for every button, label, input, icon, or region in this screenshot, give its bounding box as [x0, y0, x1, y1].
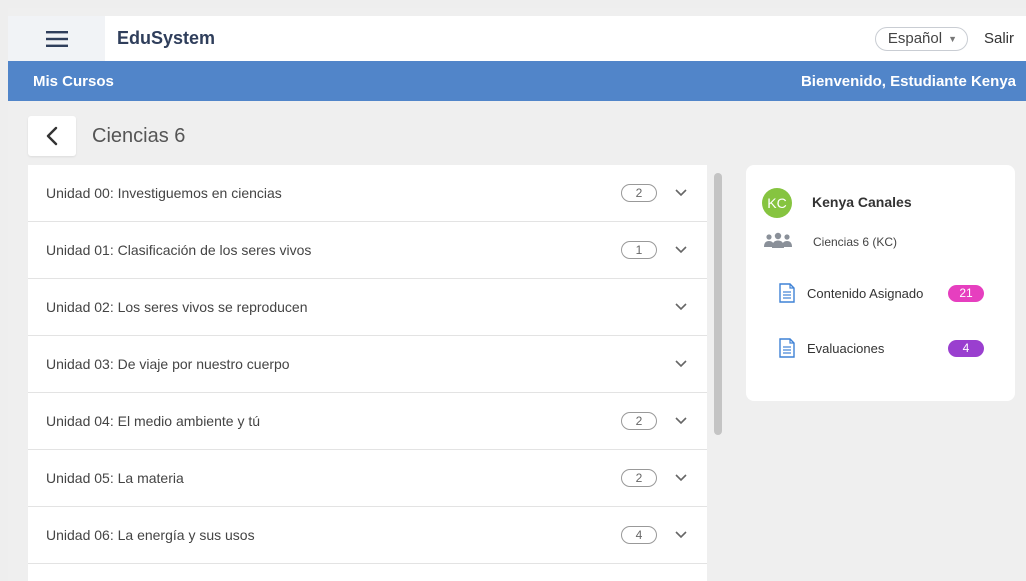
assigned-content-label: Contenido Asignado	[807, 285, 924, 301]
avatar: KC	[762, 188, 792, 218]
chevron-left-icon	[46, 126, 58, 146]
evaluations-row[interactable]: Evaluaciones 4	[779, 338, 984, 358]
menu-button[interactable]	[8, 16, 105, 61]
unit-label: Unidad 04: El medio ambiente y tú	[46, 413, 261, 429]
unit-count-badge: 2	[621, 412, 657, 430]
unit-count-badge: 2	[621, 469, 657, 487]
course-header: Ciencias 6	[28, 116, 185, 156]
language-value: Español	[887, 30, 943, 47]
document-icon	[779, 283, 795, 303]
unit-row-04[interactable]: Unidad 04: El medio ambiente y tú 2	[28, 393, 707, 450]
unit-count-badge: 1	[621, 241, 657, 259]
evaluations-badge: 4	[948, 339, 984, 357]
unit-row-02[interactable]: Unidad 02: Los seres vivos se reproducen	[28, 279, 707, 336]
group-icon	[764, 232, 792, 248]
section-title[interactable]: Mis Cursos	[33, 73, 114, 90]
unit-list: Unidad 00: Investiguemos en ciencias 2 U…	[28, 165, 707, 581]
unit-label: Unidad 03: De viaje por nuestro cuerpo	[46, 356, 290, 372]
assigned-content-badge: 21	[948, 284, 984, 302]
document-icon	[779, 338, 795, 358]
unit-label: Unidad 06: La energía y sus usos	[46, 527, 255, 543]
evaluations-label: Evaluaciones	[807, 340, 885, 356]
unit-list-scrollbar[interactable]	[714, 165, 722, 581]
chevron-down-icon	[675, 474, 687, 482]
chevron-down-icon	[675, 246, 687, 254]
hamburger-icon	[45, 30, 68, 47]
unit-row-05[interactable]: Unidad 05: La materia 2	[28, 450, 707, 507]
chevron-down-icon	[675, 360, 687, 368]
chevron-down-icon	[675, 303, 687, 311]
app-brand: EduSystem	[117, 28, 216, 48]
top-bar: EduSystem Español ▼ Salir	[8, 16, 1026, 61]
top-right-controls: Español ▼ Salir	[874, 26, 1026, 51]
language-select[interactable]: Español ▼	[874, 26, 968, 51]
app-window: EduSystem Español ▼ Salir Mis Cursos Bie…	[8, 8, 1026, 581]
unit-row-01[interactable]: Unidad 01: Clasificación de los seres vi…	[28, 222, 707, 279]
unit-label: Unidad 00: Investiguemos en ciencias	[46, 185, 282, 201]
group-label: Ciencias 6 (KC)	[813, 235, 898, 249]
unit-row-00[interactable]: Unidad 00: Investiguemos en ciencias 2	[28, 165, 707, 222]
unit-row-06[interactable]: Unidad 06: La energía y sus usos 4	[28, 507, 707, 564]
caret-down-icon: ▼	[948, 33, 957, 44]
unit-count-badge: 2	[621, 184, 657, 202]
unit-row-03[interactable]: Unidad 03: De viaje por nuestro cuerpo	[28, 336, 707, 393]
unit-label: Unidad 05: La materia	[46, 470, 184, 486]
unit-label: Unidad 02: Los seres vivos se reproducen	[46, 299, 308, 315]
student-card: KC Kenya Canales Ciencias 6 (KC) Conteni…	[746, 165, 1015, 401]
welcome-text: Bienvenido, Estudiante Kenya	[800, 72, 1016, 90]
unit-count-badge: 4	[621, 526, 657, 544]
student-name: Kenya Canales	[812, 194, 912, 210]
chevron-down-icon	[675, 189, 687, 197]
back-button[interactable]	[28, 116, 76, 156]
logout-link[interactable]: Salir	[984, 30, 1014, 47]
chevron-down-icon	[675, 531, 687, 539]
section-bar: Mis Cursos Bienvenido, Estudiante Kenya	[8, 61, 1026, 101]
course-title: Ciencias 6	[92, 124, 186, 147]
scrollbar-thumb[interactable]	[714, 173, 722, 435]
unit-label: Unidad 01: Clasificación de los seres vi…	[46, 242, 312, 258]
chevron-down-icon	[675, 417, 687, 425]
assigned-content-row[interactable]: Contenido Asignado 21	[779, 283, 984, 303]
